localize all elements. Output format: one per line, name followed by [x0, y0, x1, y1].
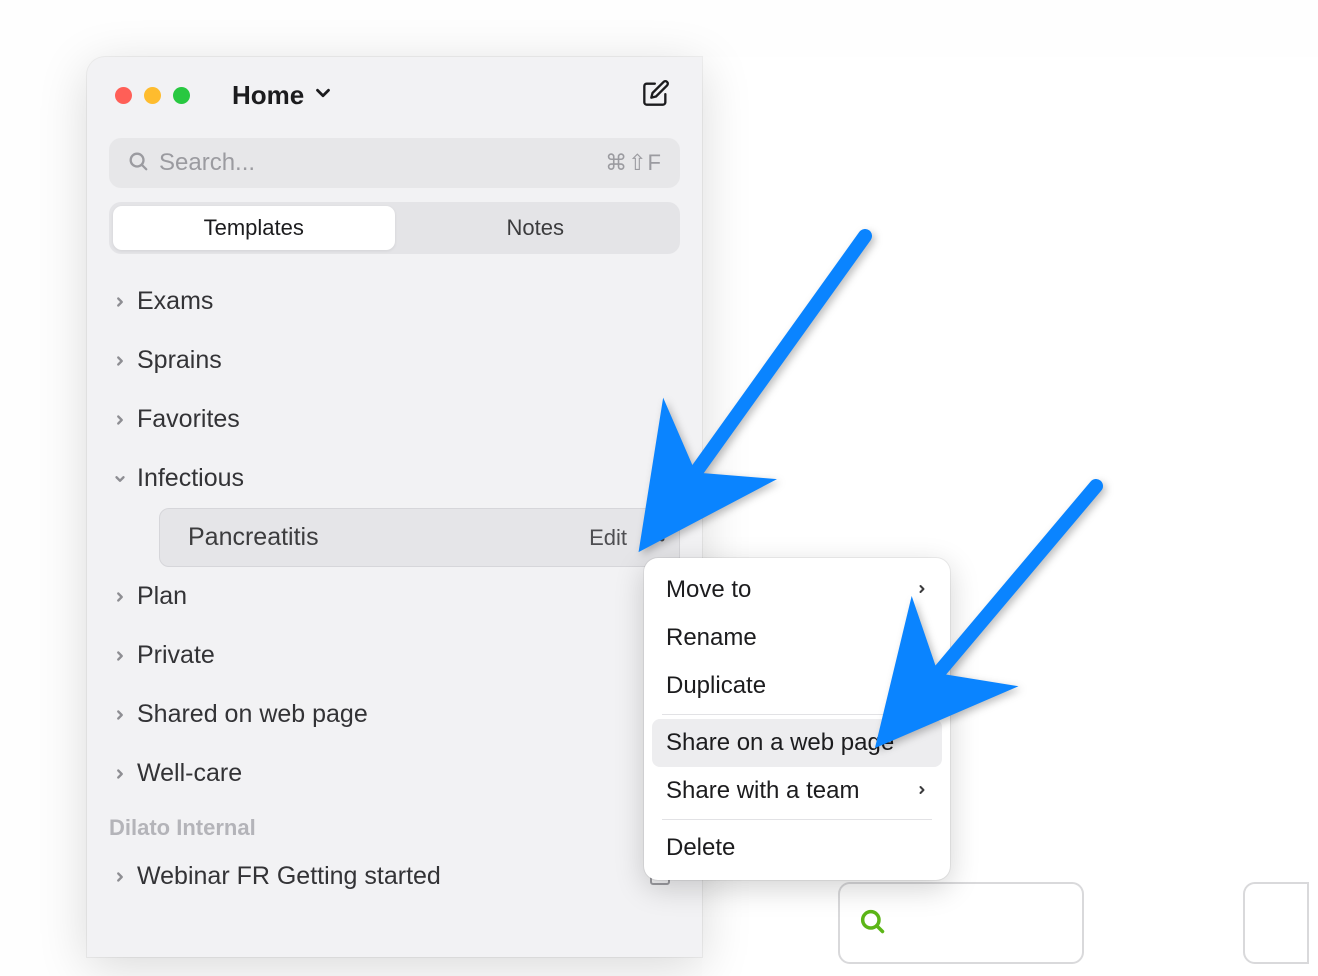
tree-item-favorites[interactable]: Favorites [109, 390, 680, 449]
menu-divider [662, 819, 932, 820]
menu-item-label: Share with a team [666, 777, 859, 805]
tree-item-infectious[interactable]: Infectious [109, 449, 680, 508]
tree-item-label: Exams [137, 287, 213, 316]
close-window-button[interactable] [115, 87, 132, 104]
tree-item-sprains[interactable]: Sprains [109, 331, 680, 390]
tree-item-webinar-fr[interactable]: Webinar FR Getting started [109, 847, 680, 906]
page-title: Home [232, 80, 304, 111]
search-input[interactable] [159, 149, 605, 177]
search-shortcut: ⌘⇧F [605, 150, 662, 176]
chevron-right-icon [109, 590, 131, 604]
tree-item-well-care[interactable]: Well-care [109, 744, 680, 803]
menu-item-label: Share on a web page [666, 729, 894, 757]
tree-item-label: Plan [137, 582, 187, 611]
tree-item-label: Webinar FR Getting started [137, 862, 441, 891]
tree-item-label: Well-care [137, 759, 242, 788]
menu-item-delete[interactable]: Delete [652, 824, 942, 872]
search-bar[interactable]: ⌘⇧F [109, 138, 680, 188]
tree-view: Exams Sprains Favorites Infectious Pancr… [87, 272, 702, 906]
window-controls [115, 87, 190, 104]
bottom-search-box[interactable] [838, 882, 1084, 964]
sidebar-window: Home ⌘⇧F Templates Notes [87, 57, 702, 957]
tree-item-label: Sprains [137, 346, 222, 375]
annotation-arrow-1 [643, 228, 873, 543]
menu-item-label: Duplicate [666, 672, 766, 700]
chevron-right-icon [109, 354, 131, 368]
minimize-window-button[interactable] [144, 87, 161, 104]
bottom-box-right[interactable] [1243, 882, 1309, 964]
tree-item-exams[interactable]: Exams [109, 272, 680, 331]
chevron-down-icon [312, 82, 334, 109]
chevron-right-icon [109, 295, 131, 309]
tab-label: Notes [507, 215, 564, 241]
tree-item-shared-on-web[interactable]: Shared on web page [109, 685, 680, 744]
tree-item-label: Shared on web page [137, 700, 368, 729]
menu-item-label: Rename [666, 624, 757, 652]
chevron-right-icon [109, 649, 131, 663]
chevron-right-icon [916, 777, 928, 805]
tree-item-label: Favorites [137, 405, 240, 434]
section-header-dilato: Dilato Internal [109, 803, 680, 847]
tree-item-plan[interactable]: Plan [109, 567, 680, 626]
compose-icon[interactable] [642, 79, 670, 112]
menu-item-label: Delete [666, 834, 735, 862]
chevron-right-icon [109, 767, 131, 781]
tree-item-label: Infectious [137, 464, 244, 493]
title-dropdown[interactable]: Home [232, 80, 334, 111]
chevron-right-icon [109, 708, 131, 722]
tree-item-private[interactable]: Private [109, 626, 680, 685]
annotation-arrow-2 [878, 478, 1108, 743]
chevron-right-icon [109, 413, 131, 427]
search-icon [858, 907, 886, 940]
tab-bar: Templates Notes [109, 202, 680, 254]
maximize-window-button[interactable] [173, 87, 190, 104]
titlebar: Home [87, 57, 702, 128]
chevron-right-icon [109, 870, 131, 884]
menu-item-label: Move to [666, 576, 751, 604]
tab-notes[interactable]: Notes [395, 206, 677, 250]
tree-item-pancreatitis[interactable]: Pancreatitis Edit [159, 508, 680, 567]
chevron-down-icon [109, 472, 131, 486]
tree-item-label: Pancreatitis [188, 523, 319, 552]
search-icon [127, 150, 149, 177]
tree-item-label: Private [137, 641, 215, 670]
edit-button[interactable]: Edit [589, 525, 627, 551]
menu-item-share-team[interactable]: Share with a team [652, 767, 942, 815]
tab-label: Templates [204, 215, 304, 241]
tab-templates[interactable]: Templates [113, 206, 395, 250]
